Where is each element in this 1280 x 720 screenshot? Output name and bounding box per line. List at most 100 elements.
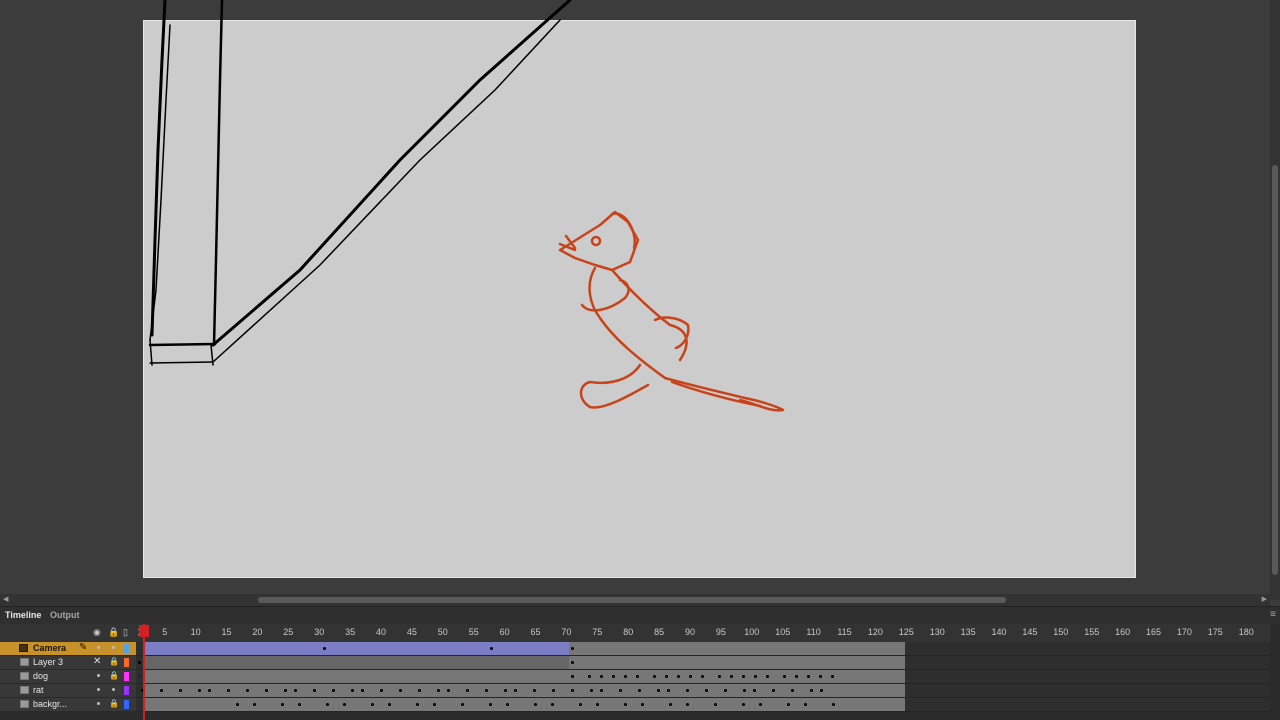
keyframe[interactable] <box>447 689 450 692</box>
frames-background[interactable] <box>136 698 1270 712</box>
horizontal-scrollbar[interactable]: ◀ ▶ <box>0 594 1270 606</box>
lock-icon[interactable]: 🔒 <box>109 672 119 680</box>
keyframe[interactable] <box>506 703 509 706</box>
eye-icon[interactable]: ◉ <box>93 627 101 638</box>
panel-menu-icon[interactable]: ≡ <box>1270 609 1276 620</box>
layer-color-swatch[interactable] <box>124 686 129 695</box>
keyframe[interactable] <box>514 689 517 692</box>
keyframe[interactable] <box>416 703 419 706</box>
keyframe[interactable] <box>265 689 268 692</box>
keyframe[interactable] <box>461 703 464 706</box>
motion-tween-span[interactable] <box>143 642 569 655</box>
keyframe[interactable] <box>433 703 436 706</box>
keyframe[interactable] <box>718 675 721 678</box>
lock-dot[interactable] <box>112 646 115 649</box>
keyframe[interactable] <box>551 703 554 706</box>
keyframe[interactable] <box>571 675 574 678</box>
lock-icon[interactable]: 🔒 <box>109 658 119 666</box>
playhead-handle[interactable] <box>139 625 149 637</box>
keyframe[interactable] <box>298 703 301 706</box>
keyframe[interactable] <box>743 689 746 692</box>
keyframe[interactable] <box>714 703 717 706</box>
horizontal-scroll-thumb[interactable] <box>258 597 1006 603</box>
layer-color-swatch[interactable] <box>124 700 129 709</box>
keyframe[interactable] <box>579 703 582 706</box>
keyframe[interactable] <box>179 689 182 692</box>
keyframe[interactable] <box>665 675 668 678</box>
keyframe[interactable] <box>590 689 593 692</box>
layer-dog[interactable]: dog 🔒 <box>0 670 136 684</box>
frames-dog[interactable] <box>136 670 1270 684</box>
layer-camera[interactable]: Camera ✎ <box>0 642 136 656</box>
layer-background[interactable]: backgr... 🔒 <box>0 698 136 712</box>
keyframe[interactable] <box>795 675 798 678</box>
keyframe[interactable] <box>236 703 239 706</box>
keyframe[interactable] <box>766 675 769 678</box>
keyframe[interactable] <box>831 675 834 678</box>
keyframe[interactable] <box>371 703 374 706</box>
keyframe[interactable] <box>490 647 493 650</box>
keyframe[interactable] <box>807 675 810 678</box>
vertical-scrollbar[interactable] <box>1270 0 1280 600</box>
frame-span[interactable] <box>143 698 905 711</box>
keyframe[interactable] <box>832 703 835 706</box>
outline-icon[interactable]: ▯ <box>123 627 128 638</box>
keyframe[interactable] <box>326 703 329 706</box>
hidden-x-icon[interactable]: ✕ <box>93 656 101 667</box>
layer-color-swatch[interactable] <box>124 644 129 653</box>
keyframe[interactable] <box>819 675 822 678</box>
keyframe[interactable] <box>343 703 346 706</box>
keyframe[interactable] <box>653 675 656 678</box>
keyframe[interactable] <box>351 689 354 692</box>
keyframe[interactable] <box>313 689 316 692</box>
keyframe[interactable] <box>701 675 704 678</box>
layer-layer-3[interactable]: Layer 3 ✕ 🔒 <box>0 656 136 670</box>
keyframe[interactable] <box>636 675 639 678</box>
empty-keyframe[interactable] <box>138 674 141 678</box>
keyframe[interactable] <box>533 689 536 692</box>
keyframe[interactable] <box>787 703 790 706</box>
frames-rat[interactable] <box>136 684 1270 698</box>
keyframe[interactable] <box>791 689 794 692</box>
scroll-left-icon[interactable]: ◀ <box>3 596 8 604</box>
keyframe[interactable] <box>619 689 622 692</box>
lock-icon[interactable]: 🔒 <box>109 700 119 708</box>
keyframe[interactable] <box>624 703 627 706</box>
keyframe[interactable] <box>657 689 660 692</box>
keyframe[interactable] <box>485 689 488 692</box>
sketch-drawing[interactable] <box>0 0 1270 594</box>
keyframe[interactable] <box>437 689 440 692</box>
keyframe[interactable] <box>783 675 786 678</box>
keyframe[interactable] <box>198 689 201 692</box>
frame-span[interactable] <box>143 670 905 683</box>
keyframe[interactable] <box>332 689 335 692</box>
keyframe[interactable] <box>294 689 297 692</box>
keyframe[interactable] <box>361 689 364 692</box>
keyframe[interactable] <box>253 703 256 706</box>
stage-area[interactable] <box>0 0 1270 594</box>
keyframe[interactable] <box>689 675 692 678</box>
keyframe[interactable] <box>742 703 745 706</box>
keyframe[interactable] <box>534 703 537 706</box>
keyframe[interactable] <box>772 689 775 692</box>
visibility-dot[interactable] <box>97 646 100 649</box>
frame-span[interactable] <box>143 656 569 669</box>
keyframe[interactable] <box>489 703 492 706</box>
keyframe[interactable] <box>686 703 689 706</box>
lock-dot[interactable] <box>112 688 115 691</box>
keyframe[interactable] <box>571 661 574 664</box>
keyframe[interactable] <box>759 703 762 706</box>
keyframe[interactable] <box>730 675 733 678</box>
keyframe[interactable] <box>138 661 141 664</box>
layer-color-swatch[interactable] <box>124 658 129 667</box>
keyframe[interactable] <box>571 647 574 650</box>
keyframe[interactable] <box>612 675 615 678</box>
lock-icon[interactable]: 🔒 <box>108 627 119 638</box>
frames-camera[interactable] <box>136 642 1270 656</box>
vertical-scroll-thumb[interactable] <box>1272 165 1278 575</box>
keyframe[interactable] <box>246 689 249 692</box>
keyframe[interactable] <box>571 689 574 692</box>
keyframe[interactable] <box>588 675 591 678</box>
keyframe[interactable] <box>596 703 599 706</box>
keyframe[interactable] <box>227 689 230 692</box>
